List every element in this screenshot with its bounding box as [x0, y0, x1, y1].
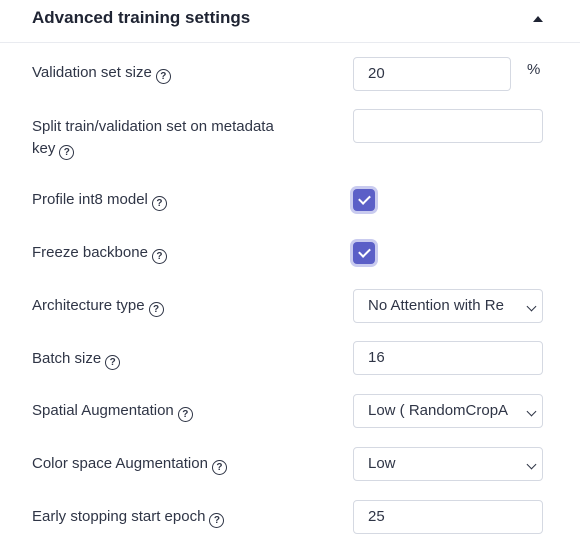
color-space-augmentation-value: Low [368, 455, 396, 472]
chevron-down-icon [526, 301, 537, 312]
help-icon[interactable]: ? [151, 249, 167, 264]
help-icon[interactable]: ? [211, 460, 227, 475]
architecture-type-label: Architecture type [32, 297, 145, 314]
profile-int8-label: Profile int8 model [32, 191, 148, 208]
checkmark-icon [358, 192, 371, 205]
spatial-augmentation-value: Low ( RandomCropA [368, 402, 509, 419]
architecture-type-value: No Attention with Re [368, 297, 504, 314]
freeze-backbone-label: Freeze backbone [32, 244, 148, 261]
caret-up-icon[interactable] [533, 16, 543, 22]
split-key-label-line2: key [32, 140, 56, 157]
batch-size-input[interactable]: 16 [353, 341, 543, 375]
early-stopping-input[interactable]: 25 [353, 500, 543, 534]
batch-size-label: Batch size [32, 350, 102, 367]
color-space-augmentation-select[interactable]: Low [353, 447, 543, 481]
help-icon[interactable]: ? [151, 196, 167, 211]
spatial-augmentation-label: Spatial Augmentation [32, 402, 174, 419]
spatial-augmentation-select[interactable]: Low ( RandomCropA [353, 394, 543, 428]
profile-int8-checkbox[interactable] [353, 189, 375, 211]
validation-set-size-label: Validation set size [32, 64, 152, 81]
freeze-backbone-checkbox[interactable] [353, 242, 375, 264]
percent-unit: % [527, 61, 541, 78]
help-icon[interactable]: ? [59, 145, 75, 160]
color-space-augmentation-label: Color space Augmentation [32, 455, 208, 472]
chevron-down-icon [526, 459, 537, 470]
architecture-type-select[interactable]: No Attention with Re [353, 289, 543, 323]
help-icon[interactable]: ? [209, 513, 225, 528]
split-key-input[interactable] [353, 109, 543, 143]
split-key-label-line1: Split train/validation set on metadata [32, 118, 274, 135]
early-stopping-label: Early stopping start epoch [32, 508, 206, 525]
checkmark-icon [358, 245, 371, 258]
help-icon[interactable]: ? [148, 302, 164, 317]
help-icon[interactable]: ? [177, 407, 193, 422]
panel-header[interactable]: Advanced training settings [0, 0, 580, 43]
panel-title: Advanced training settings [32, 8, 251, 27]
chevron-down-icon [526, 406, 537, 417]
help-icon[interactable]: ? [105, 355, 121, 370]
validation-set-size-input[interactable]: 20 [353, 57, 511, 91]
help-icon[interactable]: ? [155, 69, 171, 84]
